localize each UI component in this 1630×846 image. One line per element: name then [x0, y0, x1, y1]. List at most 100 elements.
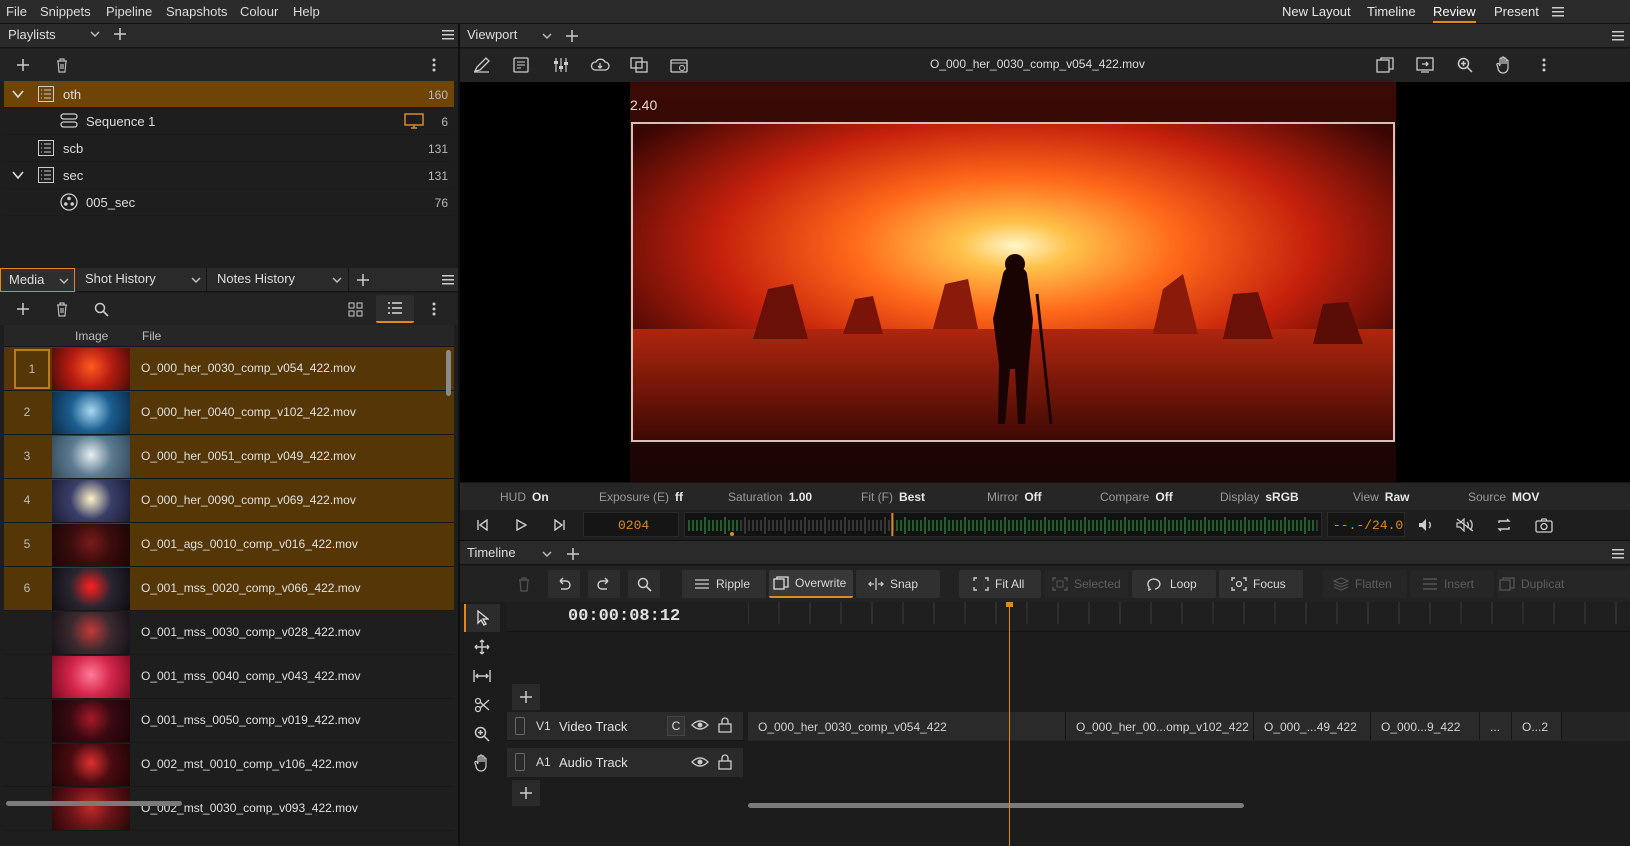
chevron-down-icon[interactable]: [12, 170, 24, 180]
hud-item[interactable]: HUD On: [500, 490, 549, 504]
hamburger-menu-icon[interactable]: [1550, 4, 1566, 20]
menu-snippets[interactable]: Snippets: [40, 4, 91, 19]
playhead-handle[interactable]: [1006, 602, 1013, 607]
tab-media[interactable]: Media: [0, 268, 75, 292]
colour-adjust-icon[interactable]: [545, 51, 577, 79]
zoom-icon[interactable]: [464, 720, 500, 748]
media-row[interactable]: 2 O_000_her_0040_comp_v102_422.mov: [4, 391, 454, 435]
zoom-icon[interactable]: [1449, 51, 1481, 79]
column-image[interactable]: Image: [75, 329, 108, 343]
lock-icon[interactable]: [718, 754, 732, 770]
focus-button[interactable]: Focus: [1219, 570, 1303, 598]
clip[interactable]: O_000_her_00...omp_v102_422: [1066, 712, 1254, 740]
playlist-item-scb[interactable]: scb 131: [4, 135, 454, 162]
pan-hand-icon[interactable]: [1488, 51, 1520, 79]
panel-menu-icon[interactable]: [1612, 549, 1624, 559]
cloud-icon[interactable]: [584, 51, 616, 79]
clip[interactable]: O...2: [1512, 712, 1562, 740]
chevron-down-icon[interactable]: [191, 275, 201, 285]
menu-pipeline[interactable]: Pipeline: [106, 4, 152, 19]
panel-menu-icon[interactable]: [442, 275, 454, 285]
video-track-lane[interactable]: O_000_her_0030_comp_v054_422 O_000_her_0…: [748, 712, 1630, 741]
playlist-item-sequence-1[interactable]: Sequence 1 6: [4, 108, 454, 135]
add-tab-icon[interactable]: [566, 547, 580, 561]
playlist-item-sec[interactable]: sec 131: [4, 162, 454, 189]
duplicate-button[interactable]: Duplicat: [1497, 570, 1630, 598]
add-tab-icon[interactable]: [356, 273, 370, 287]
skip-to-start-icon[interactable]: [466, 511, 498, 539]
timeline-scrubber[interactable]: [684, 512, 1322, 537]
skip-to-end-icon[interactable]: [544, 511, 576, 539]
clip[interactable]: O_000_...49_422: [1254, 712, 1371, 740]
chevron-down-icon[interactable]: [542, 549, 552, 559]
hud-item[interactable]: Display sRGB: [1220, 490, 1299, 504]
more-options-icon[interactable]: [418, 51, 450, 79]
media-row[interactable]: O_001_mss_0040_comp_v043_422.mov: [4, 655, 454, 699]
trash-icon[interactable]: [508, 570, 540, 598]
media-row[interactable]: O_002_mst_0030_comp_v093_422.mov: [4, 787, 454, 831]
search-icon[interactable]: [85, 295, 117, 323]
play-icon[interactable]: [505, 511, 537, 539]
annotate-pen-icon[interactable]: [466, 51, 498, 79]
clip[interactable]: ...: [1480, 712, 1512, 740]
notes-icon[interactable]: [505, 51, 537, 79]
loop-button[interactable]: Loop: [1132, 570, 1216, 598]
hud-item[interactable]: Source MOV: [1468, 490, 1539, 504]
select-arrow-icon[interactable]: [464, 604, 500, 632]
media-horizontal-scrollbar[interactable]: [6, 801, 182, 806]
viewport-tab[interactable]: Viewport: [467, 27, 517, 42]
hud-item[interactable]: View Raw: [1353, 490, 1409, 504]
menu-colour[interactable]: Colour: [240, 4, 278, 19]
snap-button[interactable]: Snap: [856, 570, 940, 598]
timeline-ruler[interactable]: 00:00:08:12: [506, 602, 1630, 632]
monitor-icon[interactable]: [404, 113, 424, 129]
menu-file[interactable]: File: [6, 4, 27, 19]
media-row[interactable]: 1 O_000_her_0030_comp_v054_422.mov: [4, 347, 454, 391]
media-row[interactable]: O_001_mss_0030_comp_v028_422.mov: [4, 611, 454, 655]
menu-snapshots[interactable]: Snapshots: [166, 4, 227, 19]
more-options-icon[interactable]: [418, 295, 450, 323]
fit-all-button[interactable]: Fit All: [959, 570, 1041, 598]
add-playlist-button[interactable]: [7, 51, 39, 79]
layout-timeline[interactable]: Timeline: [1367, 4, 1416, 19]
fullscreen-icon[interactable]: [1369, 51, 1401, 79]
track-toggle[interactable]: [515, 753, 525, 771]
list-view-icon[interactable]: [376, 295, 414, 323]
panel-menu-icon[interactable]: [1612, 31, 1624, 41]
add-panel-icon[interactable]: [113, 27, 127, 41]
camera-icon[interactable]: [1528, 511, 1560, 539]
playlists-title[interactable]: Playlists: [8, 27, 56, 42]
timeline-playhead[interactable]: [1009, 602, 1010, 846]
media-row[interactable]: 6 O_001_mss_0020_comp_v066_422.mov: [4, 567, 454, 611]
panel-menu-icon[interactable]: [442, 30, 454, 40]
playlist-item-oth[interactable]: oth 160: [4, 81, 454, 108]
tab-shot-history[interactable]: Shot History: [77, 268, 207, 292]
audio-track-header[interactable]: A1 Audio Track: [507, 748, 743, 777]
layout-review[interactable]: Review: [1433, 4, 1476, 23]
trim-icon[interactable]: [464, 662, 500, 690]
hud-item[interactable]: Saturation 1.00: [728, 490, 812, 504]
add-audio-track-button[interactable]: [512, 780, 540, 806]
pop-out-icon[interactable]: [1409, 51, 1441, 79]
media-row[interactable]: O_001_mss_0050_comp_v019_422.mov: [4, 699, 454, 743]
delete-playlist-button[interactable]: [46, 51, 78, 79]
playlist-item-005-sec[interactable]: 005_sec 76: [4, 189, 454, 216]
menu-help[interactable]: Help: [293, 4, 320, 19]
chevron-down-icon[interactable]: [12, 89, 24, 99]
compare-layers-icon[interactable]: [623, 51, 655, 79]
chevron-down-icon[interactable]: [332, 275, 342, 285]
column-file[interactable]: File: [142, 329, 161, 343]
video-track-header[interactable]: V1 Video Track C: [507, 712, 743, 741]
timeline-tab[interactable]: Timeline: [467, 545, 516, 560]
insert-button[interactable]: Insert: [1410, 570, 1494, 598]
hud-item[interactable]: Exposure (E) ff: [599, 490, 683, 504]
layout-new[interactable]: New Layout: [1282, 4, 1351, 19]
flatten-button[interactable]: Flatten: [1323, 570, 1407, 598]
add-media-button[interactable]: [7, 295, 39, 323]
tab-notes-history[interactable]: Notes History: [209, 268, 349, 292]
clip[interactable]: O_000_her_0030_comp_v054_422: [748, 712, 1066, 740]
media-scrollbar[interactable]: [446, 350, 451, 396]
media-row[interactable]: 4 O_000_her_0090_comp_v069_422.mov: [4, 479, 454, 523]
redo-icon[interactable]: [588, 570, 620, 598]
move-icon[interactable]: [464, 633, 500, 661]
